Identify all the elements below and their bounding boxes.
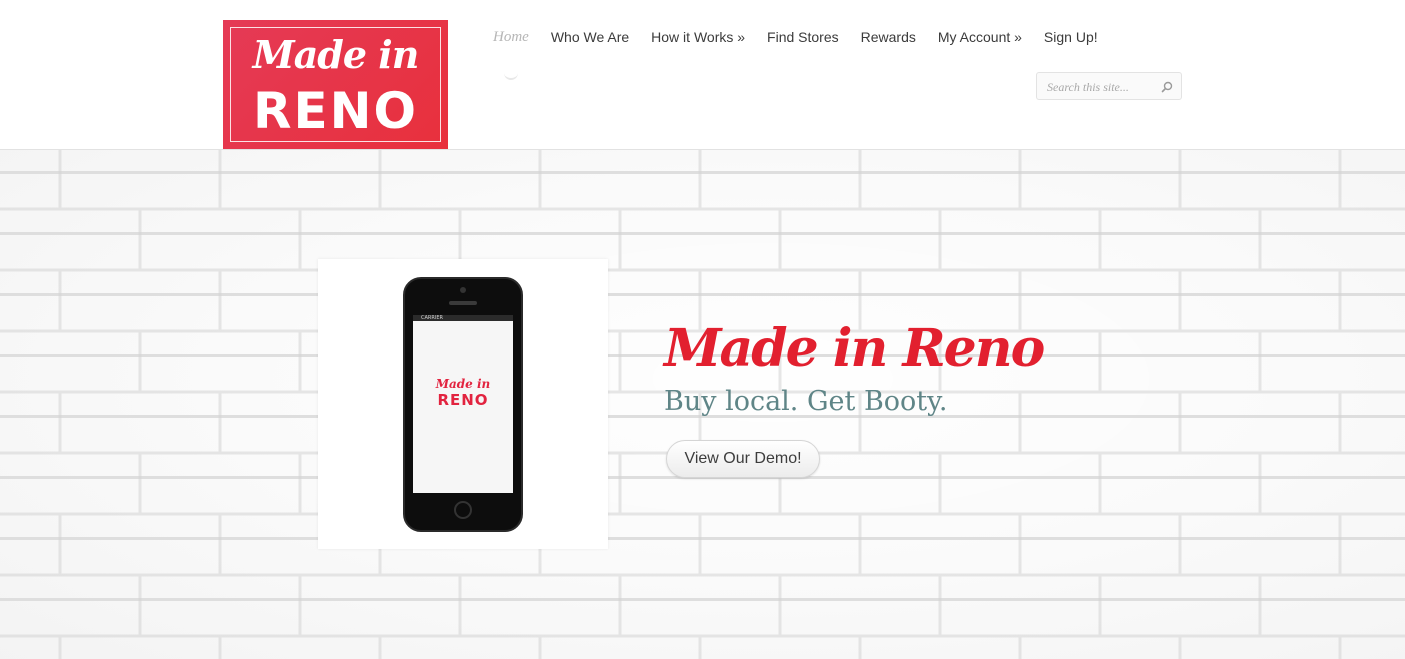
search-box	[1036, 72, 1182, 100]
phone-camera	[460, 287, 466, 293]
site-logo[interactable]: Made in RENO	[223, 20, 448, 149]
hero-title: Made in Reno	[664, 318, 1045, 379]
phone-screen-logo-script: Made in	[435, 377, 491, 391]
site-header: Made in RENO Home Who We Are How it Work…	[0, 0, 1405, 150]
nav-item-how-it-works[interactable]: How it Works »	[651, 29, 745, 45]
hero-section: CARRIER Made in RENO Made in Reno Buy lo…	[0, 150, 1405, 659]
nav-item-my-account[interactable]: My Account »	[938, 29, 1022, 45]
phone-status-bar: CARRIER	[413, 315, 513, 321]
nav-item-who-we-are[interactable]: Who We Are	[551, 29, 629, 45]
nav-item-sign-up[interactable]: Sign Up!	[1044, 29, 1098, 45]
phone-image-card: CARRIER Made in RENO	[318, 259, 608, 549]
logo-main-text: RENO	[252, 82, 418, 140]
hero-subtitle: Buy local. Get Booty.	[664, 386, 948, 417]
phone-screen: CARRIER Made in RENO	[413, 315, 513, 493]
nav-item-find-stores[interactable]: Find Stores	[767, 29, 839, 45]
nav-active-indicator	[504, 68, 518, 80]
view-demo-button[interactable]: View Our Demo!	[666, 440, 820, 478]
phone-speaker	[449, 301, 477, 305]
main-navigation: Home Who We Are How it Works » Find Stor…	[493, 29, 1120, 45]
search-icon[interactable]	[1161, 81, 1173, 93]
search-input[interactable]	[1045, 77, 1159, 97]
smartphone-illustration: CARRIER Made in RENO	[403, 277, 523, 532]
phone-home-button	[454, 501, 472, 519]
logo-script-text: Made in	[252, 32, 420, 77]
phone-screen-logo-main: RENO	[437, 391, 489, 409]
nav-item-home[interactable]: Home	[493, 29, 529, 45]
nav-item-rewards[interactable]: Rewards	[861, 29, 916, 45]
